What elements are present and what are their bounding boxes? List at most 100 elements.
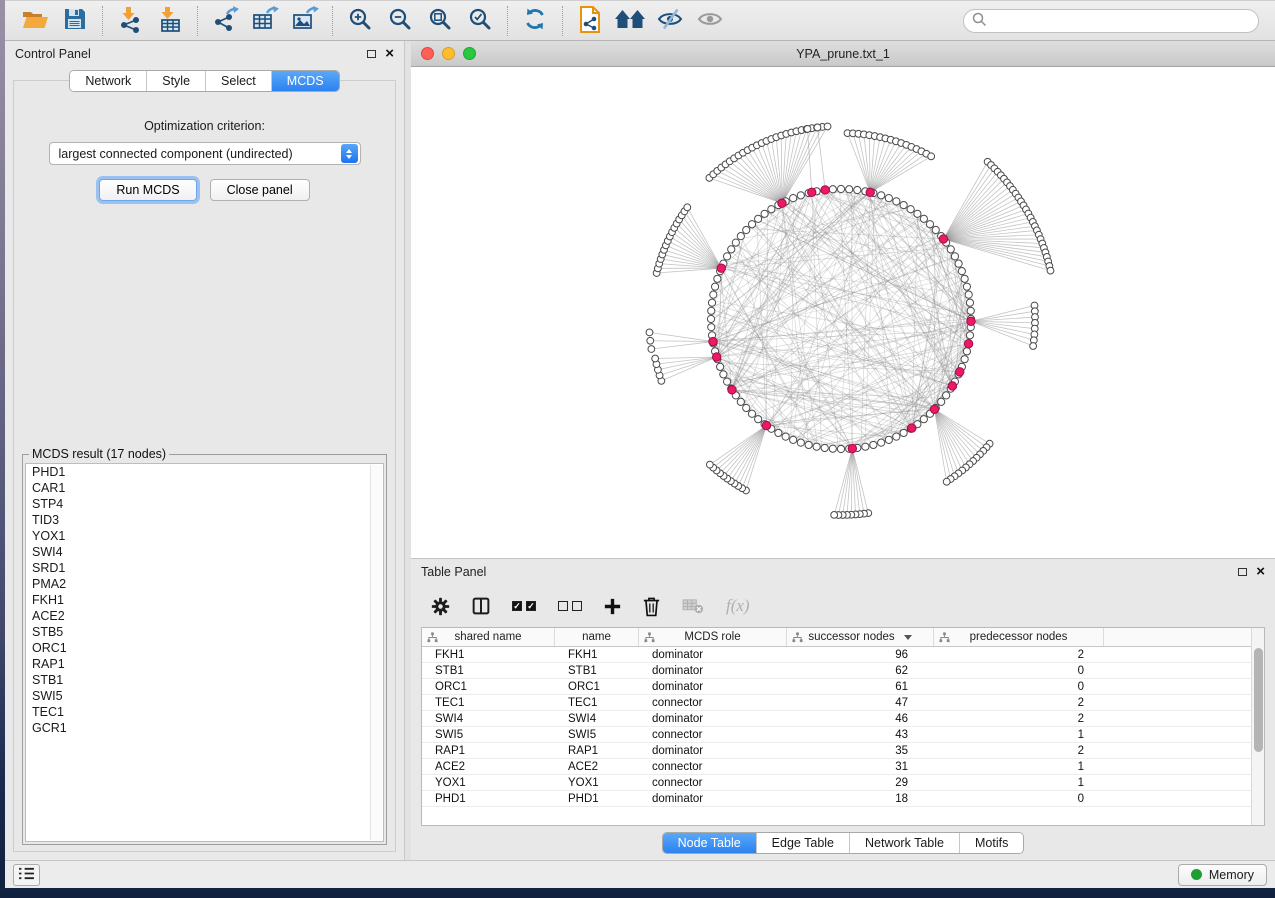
mcds-result-item[interactable]: RAP1 xyxy=(26,656,383,672)
mcds-result-item[interactable]: FKH1 xyxy=(26,592,383,608)
network-node[interactable] xyxy=(711,283,718,290)
network-node[interactable] xyxy=(708,307,715,314)
network-node[interactable] xyxy=(813,443,820,450)
network-node[interactable] xyxy=(782,433,789,440)
network-node[interactable] xyxy=(708,299,715,306)
network-node[interactable] xyxy=(963,283,970,290)
criterion-select[interactable]: largest connected component (undirected) xyxy=(49,142,361,165)
network-node[interactable] xyxy=(947,246,954,253)
zoom-in-button[interactable] xyxy=(343,5,377,37)
tab-edge-table[interactable]: Edge Table xyxy=(756,833,849,853)
mcds-node[interactable] xyxy=(939,235,947,243)
network-node[interactable] xyxy=(1047,267,1054,274)
mcds-result-item[interactable]: ORC1 xyxy=(26,640,383,656)
mcds-node[interactable] xyxy=(930,405,938,413)
network-node[interactable] xyxy=(878,192,885,199)
tab-mcds[interactable]: MCDS xyxy=(271,71,339,91)
network-node[interactable] xyxy=(797,192,804,199)
network-window-titlebar[interactable]: YPA_prune.txt_1 xyxy=(411,41,1275,67)
add-column-icon[interactable] xyxy=(604,598,621,615)
column-header-successor-nodes[interactable]: successor nodes xyxy=(787,628,934,646)
import-table-button[interactable] xyxy=(153,5,187,37)
network-node[interactable] xyxy=(829,186,836,193)
tab-style[interactable]: Style xyxy=(146,71,205,91)
network-node[interactable] xyxy=(797,439,804,446)
mcds-result-item[interactable]: SWI4 xyxy=(26,544,383,560)
network-node[interactable] xyxy=(652,355,659,362)
column-header-predecessor-nodes[interactable]: predecessor nodes xyxy=(934,628,1104,646)
mcds-result-item[interactable]: ACE2 xyxy=(26,608,383,624)
mcds-result-item[interactable]: GCR1 xyxy=(26,720,383,736)
network-node[interactable] xyxy=(967,307,974,314)
network-node[interactable] xyxy=(706,461,713,468)
network-node[interactable] xyxy=(963,348,970,355)
mcds-result-item[interactable]: TID3 xyxy=(26,512,383,528)
table-row[interactable]: ORC1ORC1dominator610 xyxy=(422,679,1264,695)
search-input[interactable] xyxy=(987,14,1250,28)
network-node[interactable] xyxy=(965,291,972,298)
export-network-button[interactable] xyxy=(208,5,242,37)
zoom-fit-button[interactable] xyxy=(423,5,457,37)
network-node[interactable] xyxy=(814,124,821,131)
new-network-from-selection-button[interactable] xyxy=(573,5,607,37)
mcds-node[interactable] xyxy=(808,188,816,196)
import-network-button[interactable] xyxy=(113,5,147,37)
network-node[interactable] xyxy=(966,299,973,306)
network-node[interactable] xyxy=(966,332,973,339)
table-row[interactable]: ACE2ACE2connector311 xyxy=(422,759,1264,775)
network-node[interactable] xyxy=(728,246,735,253)
result-list-scrollbar[interactable] xyxy=(370,465,382,840)
network-node[interactable] xyxy=(707,315,714,322)
network-node[interactable] xyxy=(932,226,939,233)
mcds-result-item[interactable]: STB1 xyxy=(26,672,383,688)
export-table-button[interactable] xyxy=(248,5,282,37)
tab-motifs[interactable]: Motifs xyxy=(959,833,1023,853)
network-node[interactable] xyxy=(938,398,945,405)
mcds-result-item[interactable]: STP4 xyxy=(26,496,383,512)
network-node[interactable] xyxy=(723,378,730,385)
network-node[interactable] xyxy=(854,186,861,193)
network-node[interactable] xyxy=(821,444,828,451)
mcds-node[interactable] xyxy=(778,199,786,207)
network-node[interactable] xyxy=(761,210,768,217)
network-node[interactable] xyxy=(790,436,797,443)
tab-network-table[interactable]: Network Table xyxy=(849,833,959,853)
tab-select[interactable]: Select xyxy=(205,71,271,91)
network-node[interactable] xyxy=(885,195,892,202)
network-node[interactable] xyxy=(743,404,750,411)
network-node[interactable] xyxy=(824,123,831,130)
network-node[interactable] xyxy=(920,215,927,222)
mcds-node[interactable] xyxy=(866,188,874,196)
network-node[interactable] xyxy=(837,445,844,452)
mcds-result-item[interactable]: CAR1 xyxy=(26,480,383,496)
mcds-node[interactable] xyxy=(728,386,736,394)
close-table-panel-icon[interactable]: × xyxy=(1256,567,1265,577)
run-mcds-button[interactable]: Run MCDS xyxy=(99,179,196,201)
export-image-button[interactable] xyxy=(288,5,322,37)
network-node[interactable] xyxy=(893,198,900,205)
mcds-node[interactable] xyxy=(712,353,720,361)
save-session-button[interactable] xyxy=(58,5,92,37)
network-node[interactable] xyxy=(768,206,775,213)
network-node[interactable] xyxy=(648,346,655,353)
close-panel-icon[interactable]: × xyxy=(385,49,394,59)
network-node[interactable] xyxy=(837,185,844,192)
mcds-result-item[interactable]: STB5 xyxy=(26,624,383,640)
settings-gear-icon[interactable] xyxy=(431,597,450,616)
network-node[interactable] xyxy=(958,268,965,275)
network-node[interactable] xyxy=(720,371,727,378)
network-node[interactable] xyxy=(775,429,782,436)
network-node[interactable] xyxy=(870,441,877,448)
mcds-node[interactable] xyxy=(762,421,770,429)
table-row[interactable]: TEC1TEC1connector472 xyxy=(422,695,1264,711)
network-node[interactable] xyxy=(951,253,958,260)
network-node[interactable] xyxy=(804,126,811,133)
network-node[interactable] xyxy=(926,221,933,228)
network-node[interactable] xyxy=(805,441,812,448)
table-scrollbar-thumb[interactable] xyxy=(1254,648,1263,752)
network-node[interactable] xyxy=(684,204,691,211)
mcds-result-item[interactable]: TEC1 xyxy=(26,704,383,720)
network-node[interactable] xyxy=(708,324,715,331)
tab-network[interactable]: Network xyxy=(70,71,146,91)
network-node[interactable] xyxy=(907,206,914,213)
